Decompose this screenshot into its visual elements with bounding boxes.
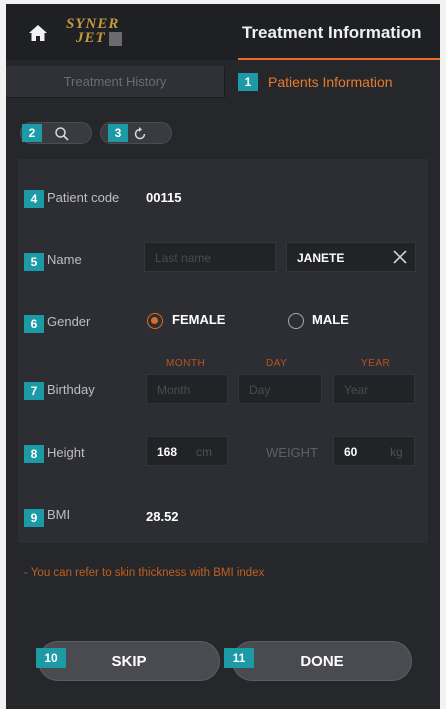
app-window: SYNER JET Treatment Information Treatmen… [6,4,440,709]
height-unit: cm [196,445,212,459]
badge-6: 6 [24,315,44,333]
badge-4: 4 [24,190,44,208]
weight-unit: kg [390,445,403,459]
logo-badge [108,31,123,46]
title-underline [238,58,440,60]
badge-10: 10 [36,648,66,668]
done-button[interactable]: DONE [232,641,412,681]
year-placeholder: Year [344,383,369,397]
home-icon[interactable] [28,24,48,42]
done-label: DONE [300,653,344,670]
weight-label: WEIGHT [266,445,318,460]
month-placeholder: Month [157,383,191,397]
bmi-value: 28.52 [146,509,179,524]
female-label: FEMALE [172,312,226,327]
gender-label: Gender [47,314,91,329]
birthday-label: Birthday [47,382,95,397]
weight-value: 60 [344,445,358,459]
day-input[interactable]: Day [238,374,322,404]
tab-treatment-history[interactable]: Treatment History [6,66,225,98]
badge-9: 9 [24,509,44,527]
page-title: Treatment Information [242,23,422,42]
close-icon[interactable] [393,250,407,264]
header-bar: SYNER JET Treatment Information [6,4,440,60]
logo-line1: SYNER [66,16,120,32]
logo-line2: JET [76,30,106,46]
bmi-label: BMI [47,507,71,522]
badge-3: 3 [108,124,128,142]
last-name-placeholder: Last name [155,251,212,265]
patient-form-panel [18,159,428,543]
day-header: DAY [266,358,288,369]
badge-11: 11 [224,648,254,668]
year-input[interactable]: Year [333,374,415,404]
male-radio[interactable] [288,313,304,329]
badge-2: 2 [22,124,42,142]
month-header: MONTH [166,358,206,369]
synerjet-logo: SYNER JET [66,16,123,46]
weight-input[interactable]: 60 [333,436,415,466]
badge-5: 5 [24,253,44,271]
tab-patients-information[interactable]: Patients Information [232,66,440,98]
bmi-note: - You can refer to skin thickness with B… [24,567,265,579]
name-label: Name [47,252,82,267]
height-label: Height [47,445,85,460]
height-input[interactable]: 168 [146,436,228,466]
badge-7: 7 [24,382,44,400]
first-name-value: JANETE [297,251,345,265]
last-name-input[interactable]: Last name [144,242,276,272]
male-label: MALE [312,312,349,327]
month-input[interactable]: Month [146,374,228,404]
badge-8: 8 [24,445,44,463]
patient-code-label: Patient code [47,190,120,205]
female-radio[interactable] [147,313,163,329]
patient-code-value: 00115 [146,190,182,205]
height-value: 168 [157,445,178,459]
tab-patients-label: Patients Information [268,74,393,90]
skip-label: SKIP [111,653,147,670]
refresh-icon [134,127,146,140]
search-icon [55,127,69,141]
tab-bar: Treatment History Patients Information [6,66,440,98]
year-header: YEAR [361,358,391,369]
badge-1: 1 [238,73,258,91]
day-placeholder: Day [249,383,271,397]
